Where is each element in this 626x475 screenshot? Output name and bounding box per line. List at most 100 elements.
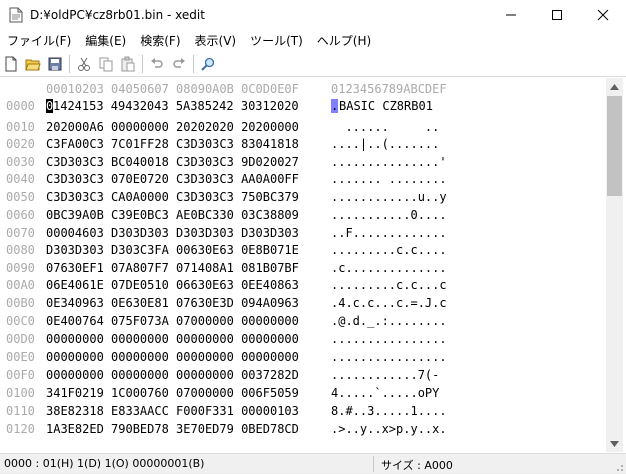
row-ascii[interactable]: 4.....`.....oPY [331, 386, 439, 400]
table-row[interactable]: 0040 C3D303C3 070E0720 C3D303C3 AA0A00FF… [3, 172, 605, 189]
row-hex[interactable]: C3FA00C3 7C01FF28 C3D303C3 83041818 [46, 137, 299, 151]
redo-icon[interactable] [168, 53, 190, 75]
row-hex[interactable]: 1424153 49432043 5A385242 30312020 [53, 99, 299, 113]
row-hex[interactable]: C3D303C3 070E0720 C3D303C3 AA0A00FF [46, 172, 299, 186]
row-hex[interactable]: 1A3E82ED 790BED78 3E70ED79 0BED78CD [46, 422, 299, 436]
table-row[interactable]: 0020 C3FA00C3 7C01FF28 C3D303C3 83041818… [3, 137, 605, 154]
hex-column-header: 00010203 04050607 08090A0B 0C0D0E0F [46, 82, 299, 96]
table-row[interactable]: 00D0 00000000 00000000 00000000 00000000… [3, 332, 605, 349]
table-row[interactable]: 0010 202000A6 00000000 20202020 20200000… [3, 120, 605, 137]
row-hex[interactable]: 0E340963 0E630E81 07630E3D 094A0963 [46, 296, 299, 310]
row-address: 0100 [6, 386, 35, 400]
table-row[interactable]: 00F0 00000000 00000000 00000000 0037282D… [3, 368, 605, 385]
row-ascii[interactable]: ...............' [331, 155, 447, 169]
toolbar-separator [69, 55, 70, 73]
toolbar [0, 52, 626, 77]
cut-icon[interactable] [73, 53, 95, 75]
row-ascii[interactable]: .@.d._.:........ [331, 314, 447, 328]
row-ascii[interactable]: 8.#..3.....1.... [331, 404, 447, 418]
row-hex[interactable]: 38E82318 E833AACC F000F331 00000103 [46, 404, 299, 418]
row-ascii[interactable]: ............7(- [331, 368, 439, 382]
status-bar: 0000 : 01(H) 1(D) 1(O) 00000001(B) サイズ :… [0, 453, 626, 474]
row-ascii[interactable]: ..F............. [331, 226, 447, 240]
row-ascii[interactable]: .c.............. [331, 261, 447, 275]
row-ascii[interactable]: ............u..y [331, 190, 447, 204]
minimize-icon[interactable] [488, 0, 534, 30]
row-ascii[interactable]: ................ [331, 350, 447, 364]
menu-tools[interactable]: ツール(T) [243, 32, 310, 49]
row-ascii[interactable]: .........c.c...c [331, 278, 447, 292]
table-row[interactable]: 0080 D303D303 D303C3FA 00630E63 0E8B071E… [3, 243, 605, 260]
row-hex[interactable]: 00004603 D303D303 D303D303 D303D303 [46, 226, 299, 240]
table-row[interactable]: 0050 C3D303C3 CA0A0000 C3D303C3 750BC379… [3, 190, 605, 207]
row-ascii[interactable]: BASIC CZ8RB01 [339, 99, 433, 113]
row-ascii[interactable]: .........c.c.... [331, 243, 447, 257]
window-title: D:¥oldPC¥cz8rb01.bin - xedit [30, 8, 205, 22]
row-hex[interactable]: 0BC39A0B C39E0BC3 AE0BC330 03C38809 [46, 208, 299, 222]
row-address: 0060 [6, 208, 35, 222]
row-ascii[interactable]: ...... .. [331, 120, 439, 134]
table-row[interactable]: 0070 00004603 D303D303 D303D303 D303D303… [3, 226, 605, 243]
row-address: 0030 [6, 155, 35, 169]
table-row[interactable]: 0030 C3D303C3 BC040018 C3D303C3 9D020027… [3, 155, 605, 172]
menu-file[interactable]: ファイル(F) [0, 32, 78, 49]
scroll-down-icon[interactable] [606, 435, 623, 452]
row-address: 00E0 [6, 350, 35, 364]
toolbar-separator [142, 55, 143, 73]
table-row[interactable]: 00C0 0E400764 075F073A 07000000 00000000… [3, 314, 605, 331]
vertical-scrollbar[interactable] [606, 78, 623, 452]
table-row[interactable]: 0120 1A3E82ED 790BED78 3E70ED79 0BED78CD… [3, 422, 605, 439]
new-file-icon[interactable] [0, 53, 22, 75]
table-row[interactable]: 0000 0 1424153 49432043 5A385242 3031202… [3, 99, 605, 116]
row-ascii[interactable]: .4.c.c...c.=.J.c [331, 296, 447, 310]
row-address: 00F0 [6, 368, 35, 382]
row-hex[interactable]: 0E400764 075F073A 07000000 00000000 [46, 314, 299, 328]
table-row[interactable]: 0100 341F0219 1C000760 07000000 006F5059… [3, 386, 605, 403]
save-icon[interactable] [44, 53, 66, 75]
row-ascii[interactable]: .>..y..x>p.y..x. [331, 422, 447, 436]
paste-icon[interactable] [117, 53, 139, 75]
open-folder-icon[interactable] [22, 53, 44, 75]
table-row[interactable]: 0110 38E82318 E833AACC F000F331 00000103… [3, 404, 605, 421]
scroll-up-icon[interactable] [606, 78, 623, 95]
close-icon[interactable] [580, 0, 626, 30]
scrollbar-thumb[interactable] [607, 96, 622, 196]
ascii-caret-cell[interactable]: . [331, 99, 339, 113]
resize-grip-icon[interactable] [614, 462, 624, 472]
row-hex[interactable]: C3D303C3 CA0A0000 C3D303C3 750BC379 [46, 190, 299, 204]
search-icon[interactable] [197, 53, 219, 75]
hex-editor[interactable]: 00010203 04050607 08090A0B 0C0D0E0F 0123… [3, 78, 605, 452]
row-address: 0000 [6, 99, 35, 113]
row-ascii[interactable]: ...........0.... [331, 208, 447, 222]
table-row[interactable]: 0060 0BC39A0B C39E0BC3 AE0BC330 03C38809… [3, 208, 605, 225]
table-row[interactable]: 00E0 00000000 00000000 00000000 00000000… [3, 350, 605, 367]
row-ascii[interactable]: ................ [331, 332, 447, 346]
table-row[interactable]: 00B0 0E340963 0E630E81 07630E3D 094A0963… [3, 296, 605, 313]
row-hex[interactable]: C3D303C3 BC040018 C3D303C3 9D020027 [46, 155, 299, 169]
undo-icon[interactable] [146, 53, 168, 75]
row-hex[interactable]: 07630EF1 07A807F7 071408A1 081B07BF [46, 261, 299, 275]
row-hex[interactable]: 00000000 00000000 00000000 00000000 [46, 350, 299, 364]
row-address: 00D0 [6, 332, 35, 346]
copy-icon[interactable] [95, 53, 117, 75]
menu-search[interactable]: 検索(F) [133, 32, 187, 49]
row-hex[interactable]: D303D303 D303C3FA 00630E63 0E8B071E [46, 243, 299, 257]
row-hex[interactable]: 202000A6 00000000 20202020 20200000 [46, 120, 299, 134]
row-ascii[interactable]: ....... ........ [331, 172, 447, 186]
row-address: 0040 [6, 172, 35, 186]
row-address: 0110 [6, 404, 35, 418]
row-hex[interactable]: 00000000 00000000 00000000 00000000 [46, 332, 299, 346]
row-ascii[interactable]: ....|..(....... [331, 137, 439, 151]
menu-help[interactable]: ヘルプ(H) [310, 32, 378, 49]
table-row[interactable]: 00A0 06E4061E 07DE0510 06630E63 0EE40863… [3, 278, 605, 295]
row-hex[interactable]: 00000000 00000000 00000000 0037282D [46, 368, 299, 382]
menu-bar: ファイル(F) 編集(E) 検索(F) 表示(V) ツール(T) ヘルプ(H) [0, 30, 626, 50]
maximize-icon[interactable] [534, 0, 580, 30]
row-hex[interactable]: 341F0219 1C000760 07000000 006F5059 [46, 386, 299, 400]
menu-edit[interactable]: 編集(E) [78, 32, 133, 49]
file-size: サイズ : A000 [381, 459, 453, 472]
menu-view[interactable]: 表示(V) [188, 32, 244, 49]
title-bar: D:¥oldPC¥cz8rb01.bin - xedit [0, 0, 626, 30]
row-hex[interactable]: 06E4061E 07DE0510 06630E63 0EE40863 [46, 278, 299, 292]
table-row[interactable]: 0090 07630EF1 07A807F7 071408A1 081B07BF… [3, 261, 605, 278]
